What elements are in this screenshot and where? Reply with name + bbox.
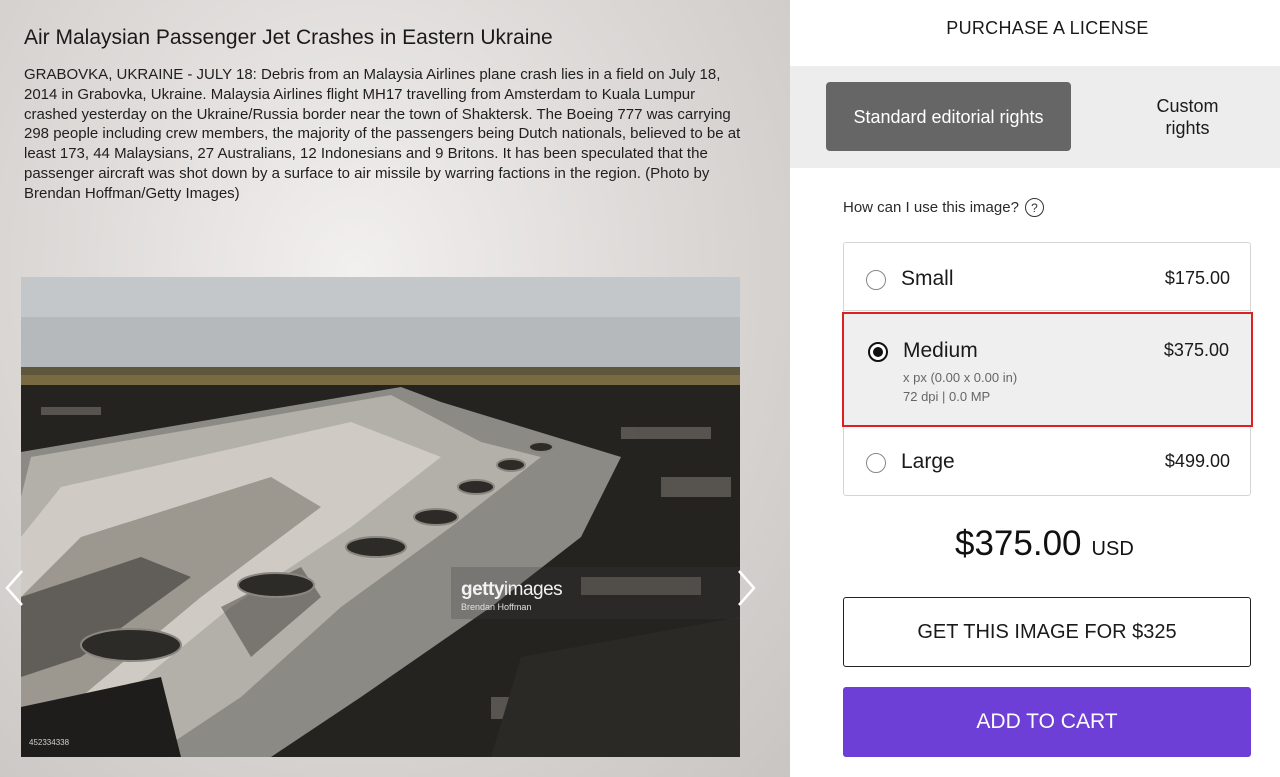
tab-standard-editorial-rights[interactable]: Standard editorial rights: [826, 82, 1071, 151]
image-caption: GRABOVKA, UKRAINE - JULY 18: Debris from…: [24, 66, 741, 202]
size-medium-resolution: 72 dpi | 0.0 MP: [903, 389, 991, 404]
size-option-medium[interactable]: Medium $375.00 x px (0.00 x 0.00 in) 72 …: [842, 312, 1253, 427]
next-image-button[interactable]: [733, 568, 759, 608]
size-option-small[interactable]: Small $175.00: [844, 243, 1250, 311]
size-small-name: Small: [901, 267, 954, 290]
get-image-button[interactable]: GET THIS IMAGE FOR $325: [843, 597, 1251, 667]
tab-custom-rights[interactable]: Custom rights: [1090, 82, 1280, 151]
photo-scene: [21, 277, 740, 757]
image-title: Air Malaysian Passenger Jet Crashes in E…: [24, 26, 553, 49]
license-heading: PURCHASE A LICENSE: [946, 18, 1149, 38]
watermark-credit: Brendan Hoffman: [461, 602, 532, 612]
size-medium-dimensions: x px (0.00 x 0.00 in): [903, 370, 1018, 385]
chevron-left-icon: [5, 570, 23, 606]
size-options: Small $175.00 Medium $375.00 x px (0.00 …: [842, 242, 1253, 496]
currency-code: USD: [1091, 538, 1134, 560]
watermark-logo: gettyimages: [461, 579, 563, 600]
usage-question: How can I use this image? ?: [843, 198, 1044, 217]
usage-question-label: How can I use this image?: [843, 199, 1019, 216]
image-detail-panel: Air Malaysian Passenger Jet Crashes in E…: [0, 0, 790, 777]
size-medium-radio[interactable]: [868, 342, 888, 362]
help-icon[interactable]: ?: [1024, 198, 1044, 217]
size-small-radio[interactable]: [866, 270, 886, 290]
total-price-value: $375.00: [955, 524, 1082, 563]
add-to-cart-button[interactable]: ADD TO CART: [843, 687, 1251, 757]
size-medium-name: Medium: [903, 339, 978, 362]
size-small-price: $175.00: [1164, 268, 1230, 288]
size-option-large[interactable]: Large $499.00: [844, 429, 1250, 495]
size-large-radio[interactable]: [866, 453, 886, 473]
size-large-price: $499.00: [1164, 451, 1230, 471]
size-large-name: Large: [901, 450, 955, 473]
license-panel: PURCHASE A LICENSE Standard editorial ri…: [790, 0, 1280, 777]
size-medium-price: $375.00: [1163, 340, 1229, 360]
chevron-right-icon: [738, 570, 756, 606]
rights-tabs: Standard editorial rights Custom rights: [790, 66, 1280, 168]
news-photo[interactable]: gettyimages Brendan Hoffman 452334338: [21, 277, 740, 757]
total-price: $375.00 USD: [955, 524, 1134, 564]
image-id: 452334338: [29, 738, 70, 747]
prev-image-button[interactable]: [2, 568, 28, 608]
